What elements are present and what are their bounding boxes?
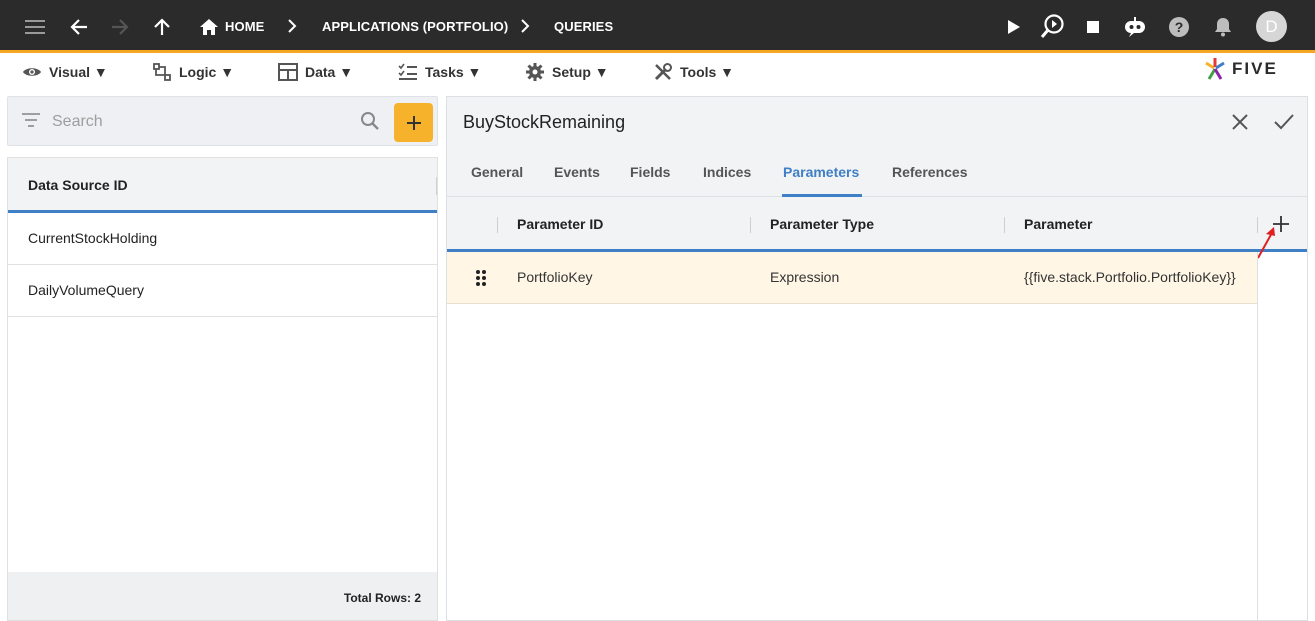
stop-icon[interactable] [1082,16,1104,38]
five-logo: FIVE [1204,56,1278,82]
list-item[interactable]: CurrentStockHolding [8,213,437,265]
actions-column-divider [1257,252,1258,621]
five-logo-mark-icon [1205,58,1225,80]
chevron-right-icon [519,18,531,39]
tab-general[interactable]: General [471,164,523,180]
filter-icon[interactable] [22,113,40,132]
drag-handle-icon[interactable] [475,270,487,291]
table-row[interactable]: PortfolioKey Expression {{five.stack.Por… [447,252,1257,304]
menu-data-label: Data ▼ [305,64,354,80]
column-divider [497,217,498,233]
column-divider [1004,217,1005,233]
menu-setup-label: Setup ▼ [552,64,609,80]
menu-logic[interactable]: Logic ▼ [152,61,234,83]
notification-bell-icon[interactable] [1212,16,1234,38]
top-bar: HOME APPLICATIONS (PORTFOLIO) QUERIES ? … [0,0,1315,53]
tab-bar: General Events Fields Indices Parameters… [447,147,1307,197]
logic-flow-icon [153,63,171,81]
cell-parameter: {{five.stack.Portfolio.PortfolioKey}} [1024,269,1236,285]
breadcrumb-queries[interactable]: QUERIES [554,0,613,53]
chatbot-icon[interactable] [1122,15,1148,39]
detail-title-bar: BuyStockRemaining [447,97,1307,147]
forward-arrow-icon[interactable] [109,16,131,38]
list-column-header[interactable]: Data Source ID [8,158,437,213]
run-icon[interactable] [1003,16,1025,38]
detail-title: BuyStockRemaining [463,112,626,132]
tab-fields[interactable]: Fields [630,164,670,180]
menu-visual-label: Visual ▼ [49,64,108,80]
tools-icon [654,63,672,81]
hamburger-menu-icon[interactable] [24,16,46,38]
plus-icon [406,115,421,130]
list-footer: Total Rows: 2 [8,572,437,620]
user-avatar[interactable]: D [1256,11,1287,42]
svg-text:?: ? [1175,19,1184,35]
list-item[interactable]: DailyVolumeQuery [8,265,437,317]
left-panel: Search Data Source ID CurrentStockHoldin… [7,96,438,621]
eye-icon [23,68,41,76]
total-rows-count: Total Rows: 2 [343,591,421,605]
close-icon[interactable] [1230,112,1250,137]
menu-tools-label: Tools ▼ [680,64,735,80]
tab-indices[interactable]: Indices [703,164,751,180]
tab-events[interactable]: Events [554,164,600,180]
search-input[interactable]: Search [52,113,103,131]
up-arrow-icon[interactable] [151,16,173,38]
data-source-list: Data Source ID CurrentStockHolding Daily… [7,157,438,621]
column-divider [436,177,437,195]
search-icon[interactable] [360,111,380,136]
column-header-label: Data Source ID [28,177,128,193]
parameters-grid-header: Parameter ID Parameter Type Parameter [447,197,1307,252]
gear-icon [526,63,544,81]
list-item-label: DailyVolumeQuery [28,282,144,298]
detail-panel: BuyStockRemaining General Events Fields … [446,96,1308,621]
menu-visual[interactable]: Visual ▼ [22,61,108,83]
column-header-parameter-id[interactable]: Parameter ID [517,216,603,232]
search-bar: Search [7,96,438,146]
menu-logic-label: Logic ▼ [179,64,235,80]
save-check-icon[interactable] [1273,112,1295,137]
menu-bar: Visual ▼ Logic ▼ Data ▼ Tasks ▼ Setup ▼ … [0,53,1315,92]
breadcrumb-home[interactable]: HOME [225,0,264,53]
table-grid-icon [278,63,298,81]
breadcrumb-applications[interactable]: APPLICATIONS (PORTFOLIO) [322,0,508,53]
menu-tools[interactable]: Tools ▼ [653,61,734,83]
menu-tasks[interactable]: Tasks ▼ [398,61,481,83]
run-debug-icon[interactable] [1040,13,1066,39]
menu-tasks-label: Tasks ▼ [425,64,482,80]
menu-setup[interactable]: Setup ▼ [525,61,609,83]
help-icon[interactable]: ? [1168,16,1190,38]
tab-references[interactable]: References [892,164,968,180]
checklist-icon [398,63,417,80]
column-divider [750,217,751,233]
add-button[interactable] [394,103,433,142]
back-arrow-icon[interactable] [68,16,90,38]
tab-parameters[interactable]: Parameters [783,164,859,180]
menu-data[interactable]: Data ▼ [278,61,353,83]
column-header-parameter[interactable]: Parameter [1024,216,1093,232]
cell-parameter-id: PortfolioKey [517,269,593,285]
five-logo-text: FIVE [1232,59,1278,78]
cell-parameter-type: Expression [770,269,840,285]
column-header-parameter-type[interactable]: Parameter Type [770,216,874,232]
chevron-right-icon [286,18,298,39]
home-icon[interactable] [199,17,219,37]
list-item-label: CurrentStockHolding [28,230,158,246]
